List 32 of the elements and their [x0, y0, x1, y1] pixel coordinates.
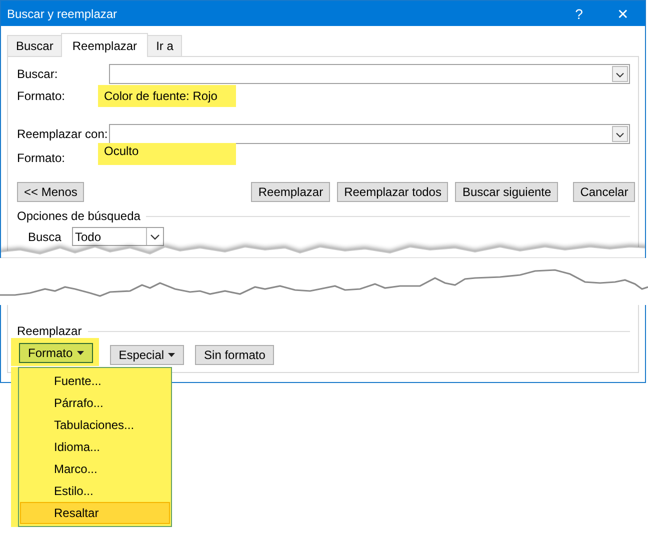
format-label: Formato:: [17, 151, 66, 165]
combo-box[interactable]: [109, 124, 630, 144]
format-button[interactable]: Especial: [110, 344, 184, 364]
combo-box[interactable]: [109, 64, 630, 84]
tab[interactable]: Buscar: [7, 35, 62, 56]
close-button[interactable]: ✕: [601, 1, 645, 26]
window-title: Buscar y reemplazar: [7, 6, 118, 20]
section-title: Opciones de búsqueda: [17, 209, 140, 223]
menu-item[interactable]: Idioma...: [20, 436, 170, 458]
field-label: Reemplazar con:: [17, 127, 109, 141]
format-button[interactable]: Sin formato: [195, 344, 274, 364]
tab[interactable]: Ir a: [147, 35, 182, 56]
menu-item[interactable]: Resaltar: [20, 502, 170, 524]
menu-item[interactable]: Párrafo...: [20, 392, 170, 414]
tab[interactable]: Reemplazar: [61, 33, 148, 57]
menu-item[interactable]: Marco...: [20, 458, 170, 480]
less-button[interactable]: << Menos: [17, 182, 84, 202]
section-title: Reemplazar: [17, 324, 82, 338]
menu-item[interactable]: Estilo...: [20, 480, 170, 502]
field-label: Busca: [28, 230, 62, 244]
dropdown[interactable]: Todo: [72, 227, 164, 246]
format-value: Oculto: [98, 143, 236, 165]
field-label: Buscar:: [17, 67, 59, 81]
menu-item[interactable]: Tabulaciones...: [20, 414, 170, 436]
action-button[interactable]: Reemplazar: [251, 182, 330, 202]
action-button[interactable]: Reemplazar todos: [337, 182, 448, 202]
action-button[interactable]: Cancelar: [573, 182, 636, 202]
help-button[interactable]: ?: [557, 1, 601, 26]
format-button[interactable]: Formato: [19, 343, 93, 363]
format-value: Color de fuente: Rojo: [98, 85, 236, 107]
action-button[interactable]: Buscar siguiente: [455, 182, 558, 202]
menu-item[interactable]: Fuente...: [20, 370, 170, 392]
